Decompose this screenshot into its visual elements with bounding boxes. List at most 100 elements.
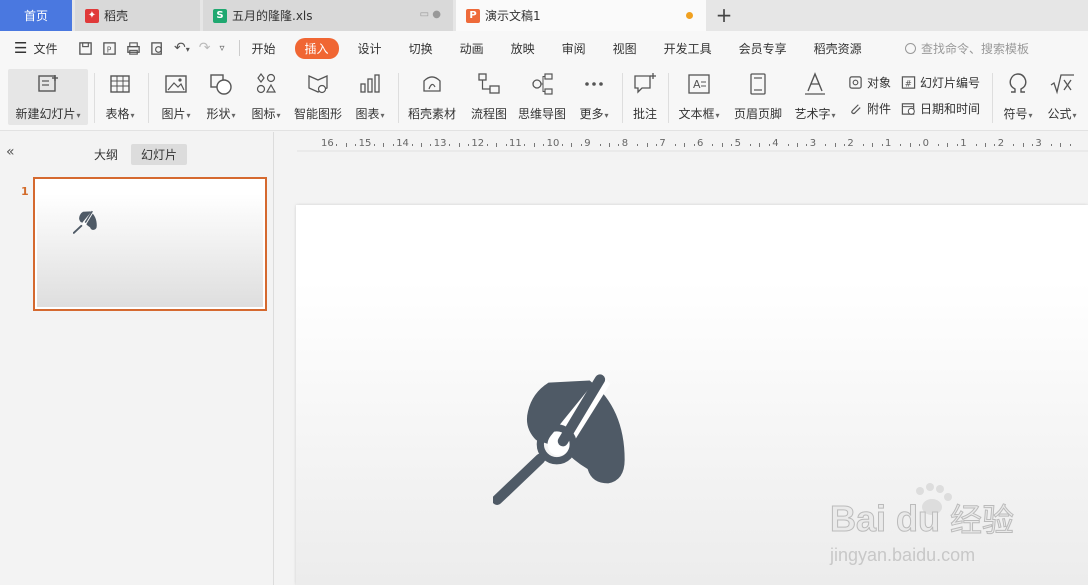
- wordart-button[interactable]: 艺术字▾: [791, 69, 839, 125]
- flowchart-icon: [478, 73, 500, 94]
- docer-material-button[interactable]: 稻壳素材: [404, 69, 460, 125]
- chart-button[interactable]: 图表▾: [350, 69, 390, 125]
- ruler-tick: [1060, 143, 1062, 147]
- ruler-tick: [411, 144, 413, 146]
- undo-icon[interactable]: ↶▾: [174, 40, 190, 56]
- print-icon[interactable]: [126, 41, 141, 56]
- slide-number-button[interactable]: # 幻灯片编号: [901, 74, 980, 91]
- ruler-tick: [637, 144, 639, 146]
- symbol-label: 符号: [1003, 107, 1028, 121]
- header-footer-icon: [750, 73, 766, 95]
- mindmap-button[interactable]: 思维导图: [516, 69, 568, 125]
- slide-number-icon: #: [901, 76, 916, 89]
- ruler-label: 2: [997, 138, 1005, 149]
- save-icon[interactable]: [78, 41, 93, 56]
- wordart-icon: [805, 72, 825, 95]
- customize-toolbar-icon[interactable]: ▿: [219, 43, 224, 54]
- formula-button[interactable]: 公式▾: [1042, 69, 1082, 125]
- ruler-tick: [355, 144, 357, 146]
- attachment-button[interactable]: 附件: [848, 100, 891, 117]
- smartart-button[interactable]: 智能图形: [292, 69, 344, 125]
- horizontal-ruler: 16 15 14 13 12 11 10 9 8 7 6 5 4 3 2 1 0 1 2 3: [297, 138, 1088, 152]
- more-button[interactable]: 更多▾: [574, 69, 614, 125]
- tab-slides[interactable]: 幻灯片: [131, 144, 188, 165]
- menu-view[interactable]: 视图: [613, 40, 637, 57]
- new-tab-button[interactable]: +: [712, 3, 736, 27]
- object-label: 对象: [867, 76, 892, 90]
- tab-spreadsheet[interactable]: S 五月的隆隆.xls ▭ ●: [203, 0, 453, 31]
- ruler-tick: [750, 144, 751, 146]
- menu-docer-resources[interactable]: 稻壳资源: [814, 40, 862, 57]
- ruler-label: 7: [659, 138, 666, 149]
- ruler-tick: [1013, 144, 1015, 146]
- tab-presentation-label: 演示文稿1: [485, 9, 541, 23]
- comment-button[interactable]: 批注: [628, 69, 662, 125]
- ruler-tick: [336, 144, 338, 146]
- collapse-panel-icon[interactable]: «: [6, 144, 15, 160]
- menu-design[interactable]: 设计: [358, 40, 382, 57]
- ruler-label: 0: [922, 138, 929, 149]
- ruler-tick: [486, 144, 488, 146]
- flowchart-button[interactable]: 流程图: [468, 69, 510, 125]
- ruler-label: 2: [847, 138, 854, 149]
- textbox-label: 文本框: [678, 107, 715, 121]
- ruler-tick: [571, 143, 573, 147]
- menu-insert[interactable]: 插入: [294, 37, 339, 59]
- ruler-tick: [1022, 143, 1024, 147]
- baidu-watermark-logo: Bai du 经验 jingyan.baidu.com: [829, 483, 1015, 565]
- slide-thumbnail[interactable]: [33, 177, 267, 311]
- mindmap-icon: [532, 73, 553, 95]
- header-footer-button[interactable]: 页眉页脚: [732, 69, 784, 125]
- new-slide-button[interactable]: 新建幻灯片▾: [8, 69, 88, 125]
- watermark-url: jingyan.baidu.com: [829, 545, 975, 565]
- redo-icon[interactable]: ↷: [199, 40, 211, 56]
- ruler-tick: [458, 143, 460, 147]
- table-button[interactable]: 表格▾: [100, 69, 140, 125]
- tab-outline[interactable]: 大纲: [84, 144, 128, 165]
- shape-button[interactable]: 形状▾: [201, 69, 241, 125]
- menu-member[interactable]: 会员专享: [739, 40, 787, 57]
- comment-icon: [634, 73, 656, 94]
- ruler-label: 3: [1035, 138, 1042, 149]
- shape-label: 形状: [206, 107, 231, 121]
- slide-navigation-panel: « 大纲 幻灯片 1: [0, 132, 274, 585]
- ruler-tick: [881, 144, 883, 146]
- date-time-button[interactable]: 日期和时间: [901, 100, 980, 117]
- tab-presentation[interactable]: P 演示文稿1: [456, 0, 706, 31]
- menu-animation[interactable]: 动画: [460, 40, 484, 57]
- umbrella-icon[interactable]: [493, 362, 637, 506]
- picture-button[interactable]: 图片▾: [156, 69, 196, 125]
- slide-canvas[interactable]: Bai du 经验 jingyan.baidu.com: [296, 205, 1088, 585]
- menu-start[interactable]: 开始: [252, 40, 276, 57]
- tab-docer[interactable]: ✦ 稻壳: [75, 0, 200, 31]
- ruler-tick: [374, 144, 375, 146]
- ruler-tick: [731, 144, 733, 146]
- object-button[interactable]: 对象: [848, 74, 891, 91]
- command-search[interactable]: 查找命令、搜索模板: [905, 40, 1029, 57]
- print-preview-icon[interactable]: [150, 41, 165, 56]
- flowchart-label: 流程图: [470, 107, 507, 121]
- menu-transition[interactable]: 切换: [409, 40, 433, 57]
- menu-developer[interactable]: 开发工具: [664, 40, 712, 57]
- ruler-tick: [421, 143, 422, 147]
- file-menu-label: 文件: [33, 41, 58, 56]
- file-menu[interactable]: ☰ 文件: [0, 39, 70, 57]
- icon-label: 图标: [251, 107, 276, 121]
- slide-number: 1: [21, 185, 29, 198]
- more-label: 更多: [579, 107, 604, 121]
- symbol-button[interactable]: 符号▾: [998, 69, 1038, 125]
- ruler-tick: [938, 144, 939, 146]
- menu-review[interactable]: 审阅: [562, 40, 586, 57]
- table-label: 表格: [105, 107, 130, 121]
- export-icon[interactable]: P: [102, 41, 117, 56]
- menu-slideshow[interactable]: 放映: [511, 40, 535, 57]
- wordart-label: 艺术字: [794, 107, 831, 121]
- shape-icon: [210, 74, 232, 95]
- icon-button[interactable]: 图标▾: [246, 69, 286, 125]
- ribbon-separator: [398, 73, 399, 123]
- tab-home[interactable]: 首页: [0, 0, 72, 31]
- ruler-tick: [787, 144, 789, 146]
- textbox-button[interactable]: A 文本框▾: [674, 69, 724, 125]
- ruler-tick: [383, 143, 385, 147]
- smartart-label: 智能图形: [293, 107, 342, 121]
